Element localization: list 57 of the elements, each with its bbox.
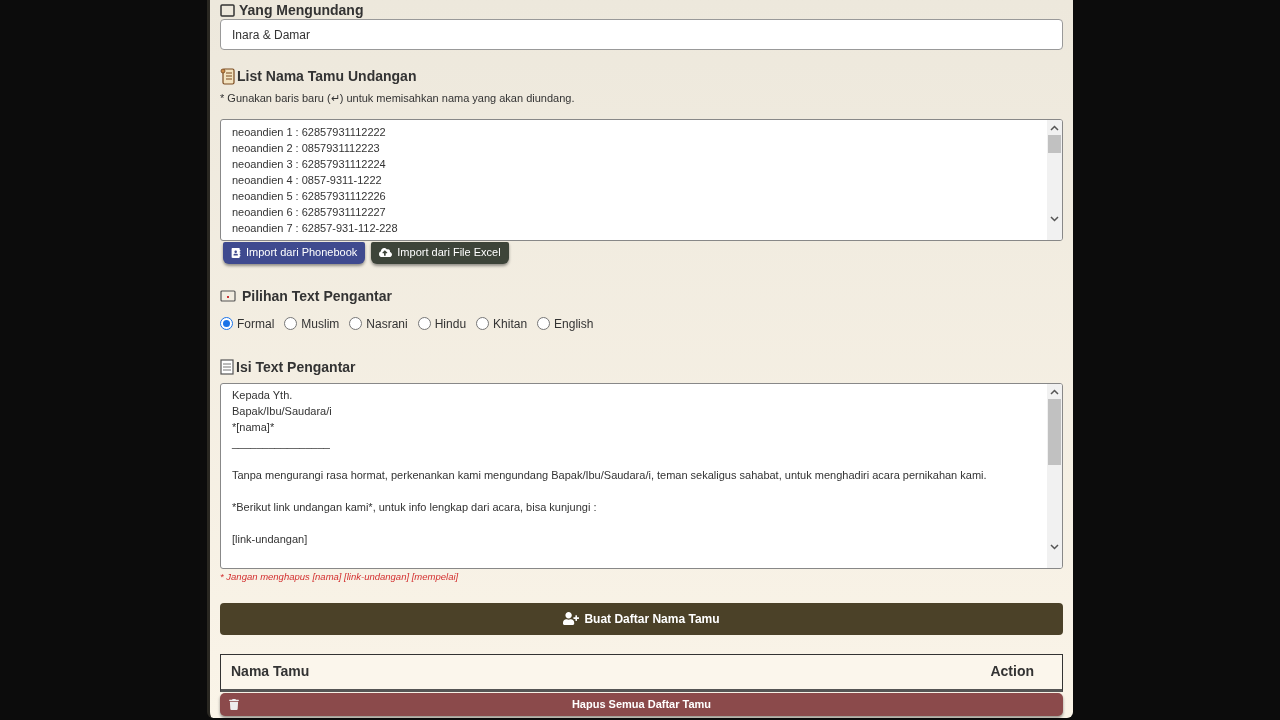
guest-line: neoandien 3 : 62857931112224 [232, 156, 387, 172]
scroll-down-icon[interactable] [1050, 543, 1059, 550]
column-header: Nama Tamu [231, 662, 310, 682]
radio-option[interactable]: Muslim [284, 314, 340, 333]
hint-text: * Gunakan baris baru (↵) untuk memisahkan nama yang akan diundang. [220, 91, 576, 106]
scrollbar[interactable] [1047, 119, 1062, 240]
card-icon [220, 3, 235, 17]
section-title: Isi Text Pengantar [236, 357, 356, 377]
scroll-icon [220, 68, 236, 85]
text-line: Tanpa mengurangi rasa hormat, perkenankan kami mengundang Bapak/Ibu/Saudara/i, teman sekaligus sahabat, untuk menghadiri acara pernikahan kami. [232, 467, 988, 483]
text-line: *Berikut link undangan kami*, untuk info lengkap dari acara, bisa kunjungi : [232, 499, 598, 515]
radio-option[interactable]: Hindu [417, 314, 467, 333]
text-line: [link-undangan] [232, 531, 309, 547]
column-header: Action [990, 662, 1034, 682]
guest-line: neoandien 1 : 62857931112222 [232, 124, 387, 140]
intro-textarea[interactable] [220, 382, 1063, 569]
radio-button[interactable] [476, 317, 490, 330]
text-line: ________________ [232, 435, 331, 451]
scrollbar[interactable] [1047, 383, 1062, 568]
scroll-thumb[interactable] [1048, 398, 1061, 465]
address-book-icon [231, 247, 241, 258]
create-list-button[interactable]: Buat Daftar Nama Tamu [220, 602, 1063, 635]
section-title: Pilihan Text Pengantar [242, 286, 392, 306]
add-user-icon [563, 612, 580, 626]
section-title: List Nama Tamu Undangan [237, 67, 417, 86]
warning-text: * Jangan menghapus [nama] [link-undangan] [mempelai] [220, 569, 460, 584]
delete-all-button[interactable]: Hapus Semua Daftar Tamu [220, 692, 1063, 716]
document-icon [220, 359, 235, 375]
guest-list-textarea[interactable] [220, 118, 1063, 241]
text-line: *[nama]* [232, 419, 276, 435]
scroll-up-icon[interactable] [1050, 124, 1059, 131]
radio-button[interactable] [220, 317, 233, 330]
import-button[interactable]: Import dari Phonebook [223, 241, 366, 264]
guest-line: neoandien 2 : 0857931112223 [232, 140, 381, 156]
radio-button[interactable] [284, 317, 298, 330]
card-icon [220, 290, 236, 302]
cloud-upload-icon [379, 246, 393, 259]
radio-option[interactable]: Khitan [476, 314, 528, 333]
radio-option[interactable]: English [537, 314, 594, 333]
guest-line: neoandien 6 : 62857931112227 [232, 204, 387, 220]
radio-button[interactable] [349, 317, 363, 330]
text-line: Bapak/Ibu/Saudara/i [232, 403, 333, 419]
guest-line: neoandien 7 : 62857-931-112-228 [232, 220, 399, 236]
trash-icon [229, 698, 239, 710]
guest-line: neoandien 5 : 62857931112226 [232, 188, 387, 204]
inviter-field[interactable]: Inara & Damar [220, 19, 1063, 50]
scroll-up-icon[interactable] [1050, 388, 1059, 395]
radio-button[interactable] [417, 317, 431, 330]
guest-line: neoandien 4 : 0857-9311-1222 [232, 172, 383, 188]
scroll-down-icon[interactable] [1050, 215, 1059, 222]
scroll-thumb[interactable] [1048, 134, 1061, 153]
import-button[interactable]: Import dari File Excel [371, 241, 509, 264]
text-line: Kepada Yth. [232, 387, 294, 403]
radio-button[interactable] [537, 317, 551, 330]
radio-option[interactable]: Nasrani [349, 314, 408, 333]
radio-option[interactable]: Formal [220, 314, 275, 333]
field-label: Yang Mengundang [239, 0, 364, 20]
